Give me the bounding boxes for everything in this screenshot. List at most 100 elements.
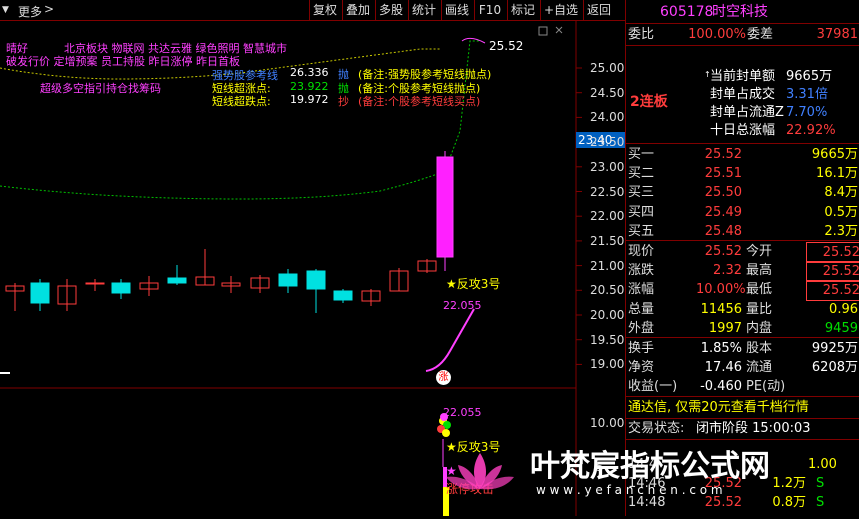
toolbar-button-5[interactable]: F10 [474,0,505,20]
quote-label-2: 量比 [746,301,773,317]
seal-value: 3.31倍 [786,87,828,102]
short-down-value: 19.972 [290,93,329,106]
quote-row: 涨幅 10.00% 最低 25.52 [626,280,859,302]
toolbar-button-6[interactable]: 标记 [507,0,538,20]
buy-volume: 0.5万 [824,204,858,220]
high-price-label: 25.52 [489,39,524,53]
quote-value-2: 25.52 [806,242,859,263]
quote-value: 1997 [708,320,742,336]
toolbar-button-7[interactable]: +自选 [540,0,581,20]
price-tick-label: 24.00 [590,110,625,125]
quote-label: 总量 [628,301,655,317]
stock-name: 时空科技 [712,4,768,20]
fin-row: 净资 17.46 流通 6208万 [626,358,859,377]
buy-price: 25.50 [704,185,742,201]
buy-label: 买五 [628,223,655,239]
sub-ma-value-label: 22.055 [443,406,482,419]
tick-bs: S [816,476,825,491]
quote-label-2: 内盘 [746,320,773,336]
quote-value: 2.32 [713,263,742,279]
candle-body [167,277,187,284]
price-tick-label: 19.50 [590,332,625,347]
seal-row: 封单占成交 3.31倍 [626,85,859,104]
quote-value: 11456 [700,301,742,317]
toolbar-button-4[interactable]: 画线 [441,0,472,20]
watermark-title: 叶梵宸指标公式网 [530,449,770,484]
candle-body [85,282,105,285]
fin-label-2: 股本 [746,341,773,356]
short-down-name: 短线超跌点: [212,95,271,108]
buy-label: 买一 [628,147,655,162]
buy-label: 买三 [628,185,655,201]
watermark-url: w w w . y e f a n c h e n . c o m [536,483,723,497]
fin-label: 换手 [628,341,655,356]
toolbar-button-3[interactable]: 统计 [408,0,439,20]
toolbar-button-1[interactable]: 叠加 [342,0,373,20]
seal-value: 9665万 [786,69,833,84]
quote-row: 现价 25.52 今开 25.52 [626,242,859,263]
menu-dropdown-icon[interactable]: ▼ [2,5,9,15]
stock-code: 605178 [660,4,714,20]
fin-value: 17.46 [704,360,742,376]
buy-price: 25.49 [704,204,742,220]
quote-label: 涨幅 [628,282,655,298]
trade-status: 交易状态: 闭市阶段 15:00:03 [628,421,811,436]
ad-banner[interactable]: 通达信, 仅需20元查看千档行情 [626,398,859,417]
buy-volume: 9665万 [811,147,858,162]
weibi-row: 委比 100.00% 委差 37981 [628,27,858,42]
price-tick-label: 23.00 [590,159,625,174]
legend-line2: 破发行价 定增预案 员工持股 昨日涨停 昨日首板 [6,55,240,68]
fin-value: -0.460 [700,379,742,395]
buy-row: 买一 25.52 9665万 [626,145,859,164]
buy-row: 买五 25.48 2.3万 [626,222,859,241]
candle-body [278,273,298,287]
ma-value-label: 22.055 [443,299,482,312]
quote-label: 涨跌 [628,263,655,279]
fin-value: 1.85% [700,341,742,356]
buy-volume: 2.3万 [824,223,858,239]
toolbar-button-8[interactable]: 返回 [583,0,614,20]
toolbar-button-0[interactable]: 复权 [309,0,340,20]
fin-row: 换手 1.85% 股本 9925万 [626,339,859,358]
more-menu[interactable]: 更多 [18,3,42,20]
weicha-value: 37981 [816,27,858,42]
quote-panel: 605178 时空科技 委比 100.00% 委差 37981 2连板 通达信,… [625,0,859,516]
quote-value: 25.52 [704,244,742,259]
seal-label: 十日总涨幅 [710,123,776,138]
candle-body [306,270,326,290]
toolbar-button-2[interactable]: 多股 [375,0,406,20]
quote-row: 总量 11456 量比 0.96 [626,300,859,319]
candle-body [333,290,353,301]
quote-row: 外盘 1997 内盘 9459 [626,319,859,338]
price-tick-label: 22.00 [590,209,625,224]
indicator-value: 26.336 [290,66,329,79]
buy-row: 买三 25.50 8.4万 [626,183,859,202]
more-arrow-icon[interactable]: > [44,2,54,16]
toolbar: ▼ 更多 > 复权 叠加 多股 统计 画线 F10 标记 +自选 返回 [0,0,625,21]
buy-price: 25.52 [704,147,742,162]
fin-label-2: 流通 [746,360,773,376]
candle-body [30,282,50,304]
quote-value-2: 0.96 [829,301,858,317]
short-down-note: (备注:个股参考短线买点) [358,95,481,108]
tick-vol: 0.8万 [772,495,806,510]
buy-row: 买二 25.51 16.1万 [626,164,859,183]
candle-body [111,282,131,294]
price-tick-label: 24.50 [590,85,625,100]
price-tick-label: 23.50 [590,135,625,150]
limit-up-badge: 涨 [436,370,451,385]
price-tick-label: 20.00 [590,308,625,322]
magenta-rise-line [425,308,475,372]
seal-row: 封单占流通Z 7.70% [626,103,859,122]
weibi-value: 100.00% [688,27,746,42]
price-tick-label: 20.50 [590,283,625,298]
seal-row: 当前封单额 9665万 [626,67,859,86]
price-tick-label: 19.00 [590,357,625,372]
ma-line-green [0,170,446,200]
buy-label: 买二 [628,166,655,182]
restore-icon [538,26,548,36]
lotus-logo-icon [440,445,520,495]
buy-price: 25.51 [704,166,742,182]
fin-value-2: 6208万 [811,360,858,376]
seal-label: 封单占成交 [710,87,776,102]
